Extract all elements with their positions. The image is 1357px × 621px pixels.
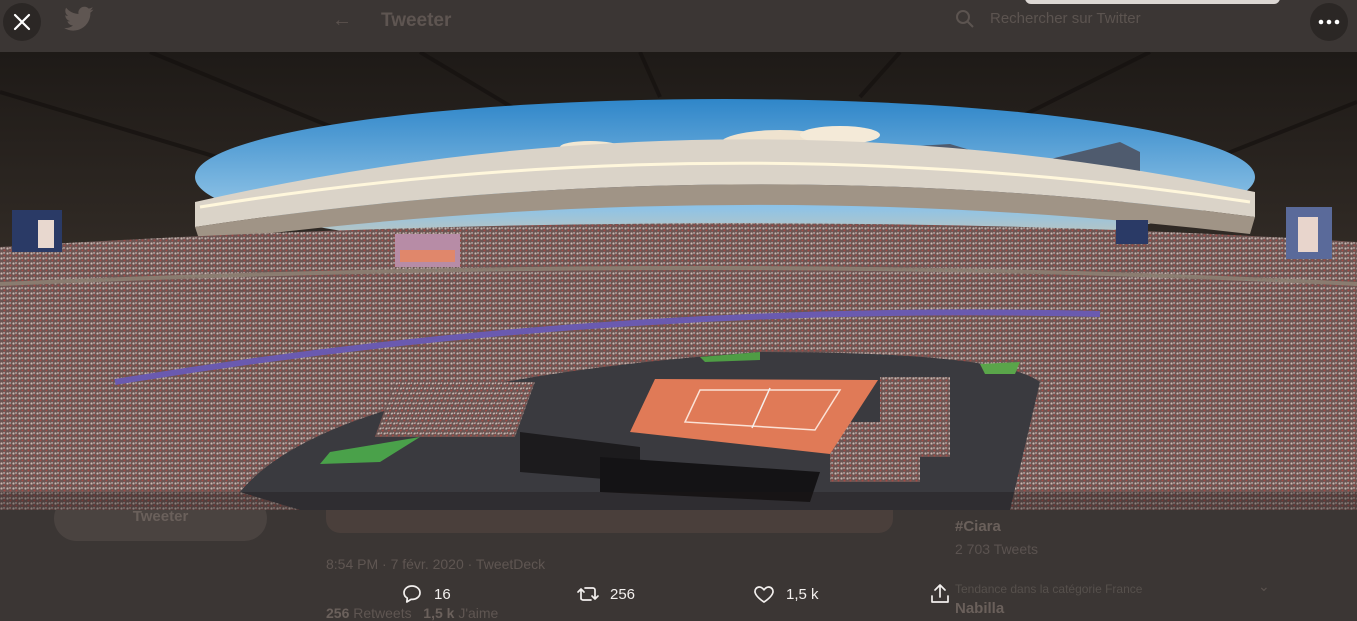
tweet-action-bar: 16 256 1,5 k	[0, 576, 1357, 612]
retweet-button[interactable]: 256	[576, 576, 635, 612]
stadium-photo[interactable]	[0, 52, 1357, 510]
twitter-logo-icon	[64, 6, 94, 31]
more-options-button[interactable]	[1310, 3, 1348, 41]
retweet-count: 256	[610, 585, 636, 603]
like-count: 1,5 k	[786, 585, 819, 603]
reply-icon	[403, 585, 421, 603]
back-arrow-icon: ←	[332, 9, 352, 31]
trend-name: #Ciara	[955, 518, 1001, 535]
retweet-icon	[577, 587, 599, 601]
like-button[interactable]: 1,5 k	[752, 576, 819, 612]
close-button[interactable]	[3, 3, 41, 41]
close-icon	[13, 13, 31, 31]
trend-count: 2 703 Tweets	[955, 541, 1039, 557]
search-icon	[956, 10, 974, 28]
tweet-timestamp: 8:54 PM · 7 févr. 2020 · TweetDeck	[326, 556, 546, 572]
more-horizontal-icon	[1318, 19, 1340, 25]
tweet-media-card	[326, 506, 893, 533]
reply-button[interactable]: 16	[400, 576, 451, 612]
top-bar-fragment	[1025, 0, 1280, 4]
stadium-illustration	[0, 52, 1357, 510]
page-title: Tweeter	[381, 10, 452, 31]
share-icon	[931, 584, 949, 603]
reply-count: 16	[434, 585, 451, 603]
share-button[interactable]	[928, 576, 952, 612]
search-input: Rechercher sur Twitter	[990, 10, 1141, 27]
heart-icon	[754, 586, 774, 603]
